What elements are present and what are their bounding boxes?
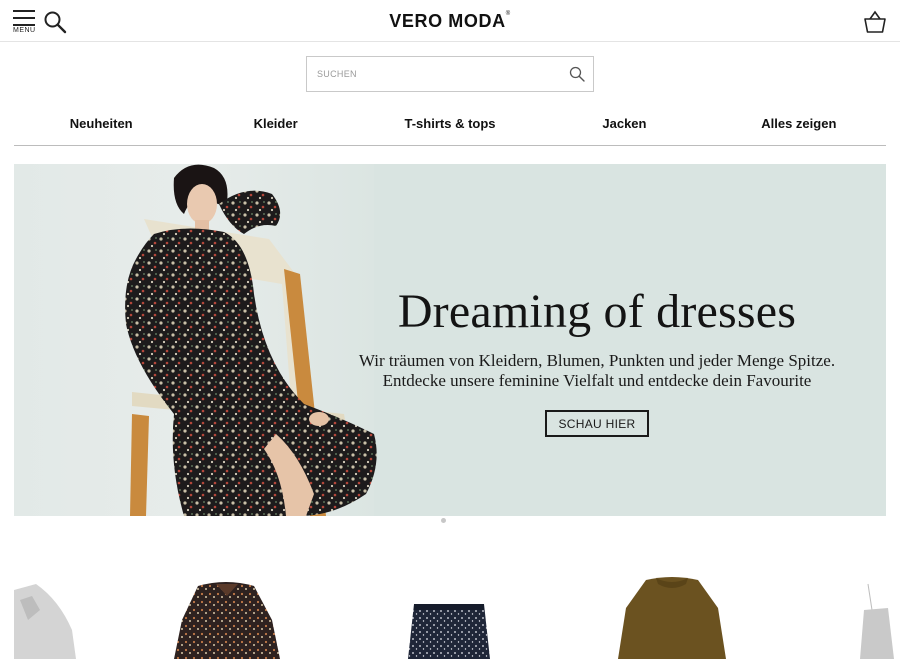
shop-now-button[interactable]: SCHAU HIER — [545, 410, 649, 437]
logo-text: VERO MODA — [389, 11, 506, 31]
basket-icon — [864, 10, 886, 33]
category-nav: Neuheiten Kleider T-shirts & tops Jacken… — [14, 104, 886, 146]
nav-item-tshirts-tops[interactable]: T-shirts & tops — [363, 104, 537, 145]
product-strip — [0, 560, 900, 659]
search-icon[interactable] — [569, 66, 585, 82]
carousel-dot[interactable] — [441, 518, 446, 523]
hero-subtitle: Wir träumen von Kleidern, Blumen, Punkte… — [314, 351, 880, 391]
hero-title: Dreaming of dresses — [397, 285, 797, 338]
basket-button[interactable] — [862, 9, 888, 35]
product-card-4[interactable] — [614, 560, 730, 659]
nav-item-jacken[interactable]: Jacken — [537, 104, 711, 145]
product-card-1[interactable] — [14, 560, 84, 659]
product-card-5[interactable] — [854, 560, 900, 659]
hero-subtitle-line-2: Entdecke unsere feminine Vielfalt und en… — [382, 371, 812, 390]
nav-item-alles-zeigen[interactable]: Alles zeigen — [712, 104, 886, 145]
hero-banner[interactable]: Dreaming of dresses Wir träumen von Klei… — [14, 164, 886, 516]
brand-logo[interactable]: VERO MODA® — [0, 11, 900, 32]
search-box — [306, 56, 594, 92]
product-card-2[interactable] — [168, 560, 286, 659]
nav-item-neuheiten[interactable]: Neuheiten — [14, 104, 188, 145]
nav-item-kleider[interactable]: Kleider — [188, 104, 362, 145]
search-input[interactable] — [317, 65, 557, 83]
hero-subtitle-line-1: Wir träumen von Kleidern, Blumen, Punkte… — [358, 351, 836, 370]
site-header: MENU VERO MODA® — [0, 0, 900, 42]
hero-model-image — [125, 164, 377, 516]
registered-mark: ® — [505, 11, 511, 17]
product-card-3[interactable] — [404, 560, 496, 659]
